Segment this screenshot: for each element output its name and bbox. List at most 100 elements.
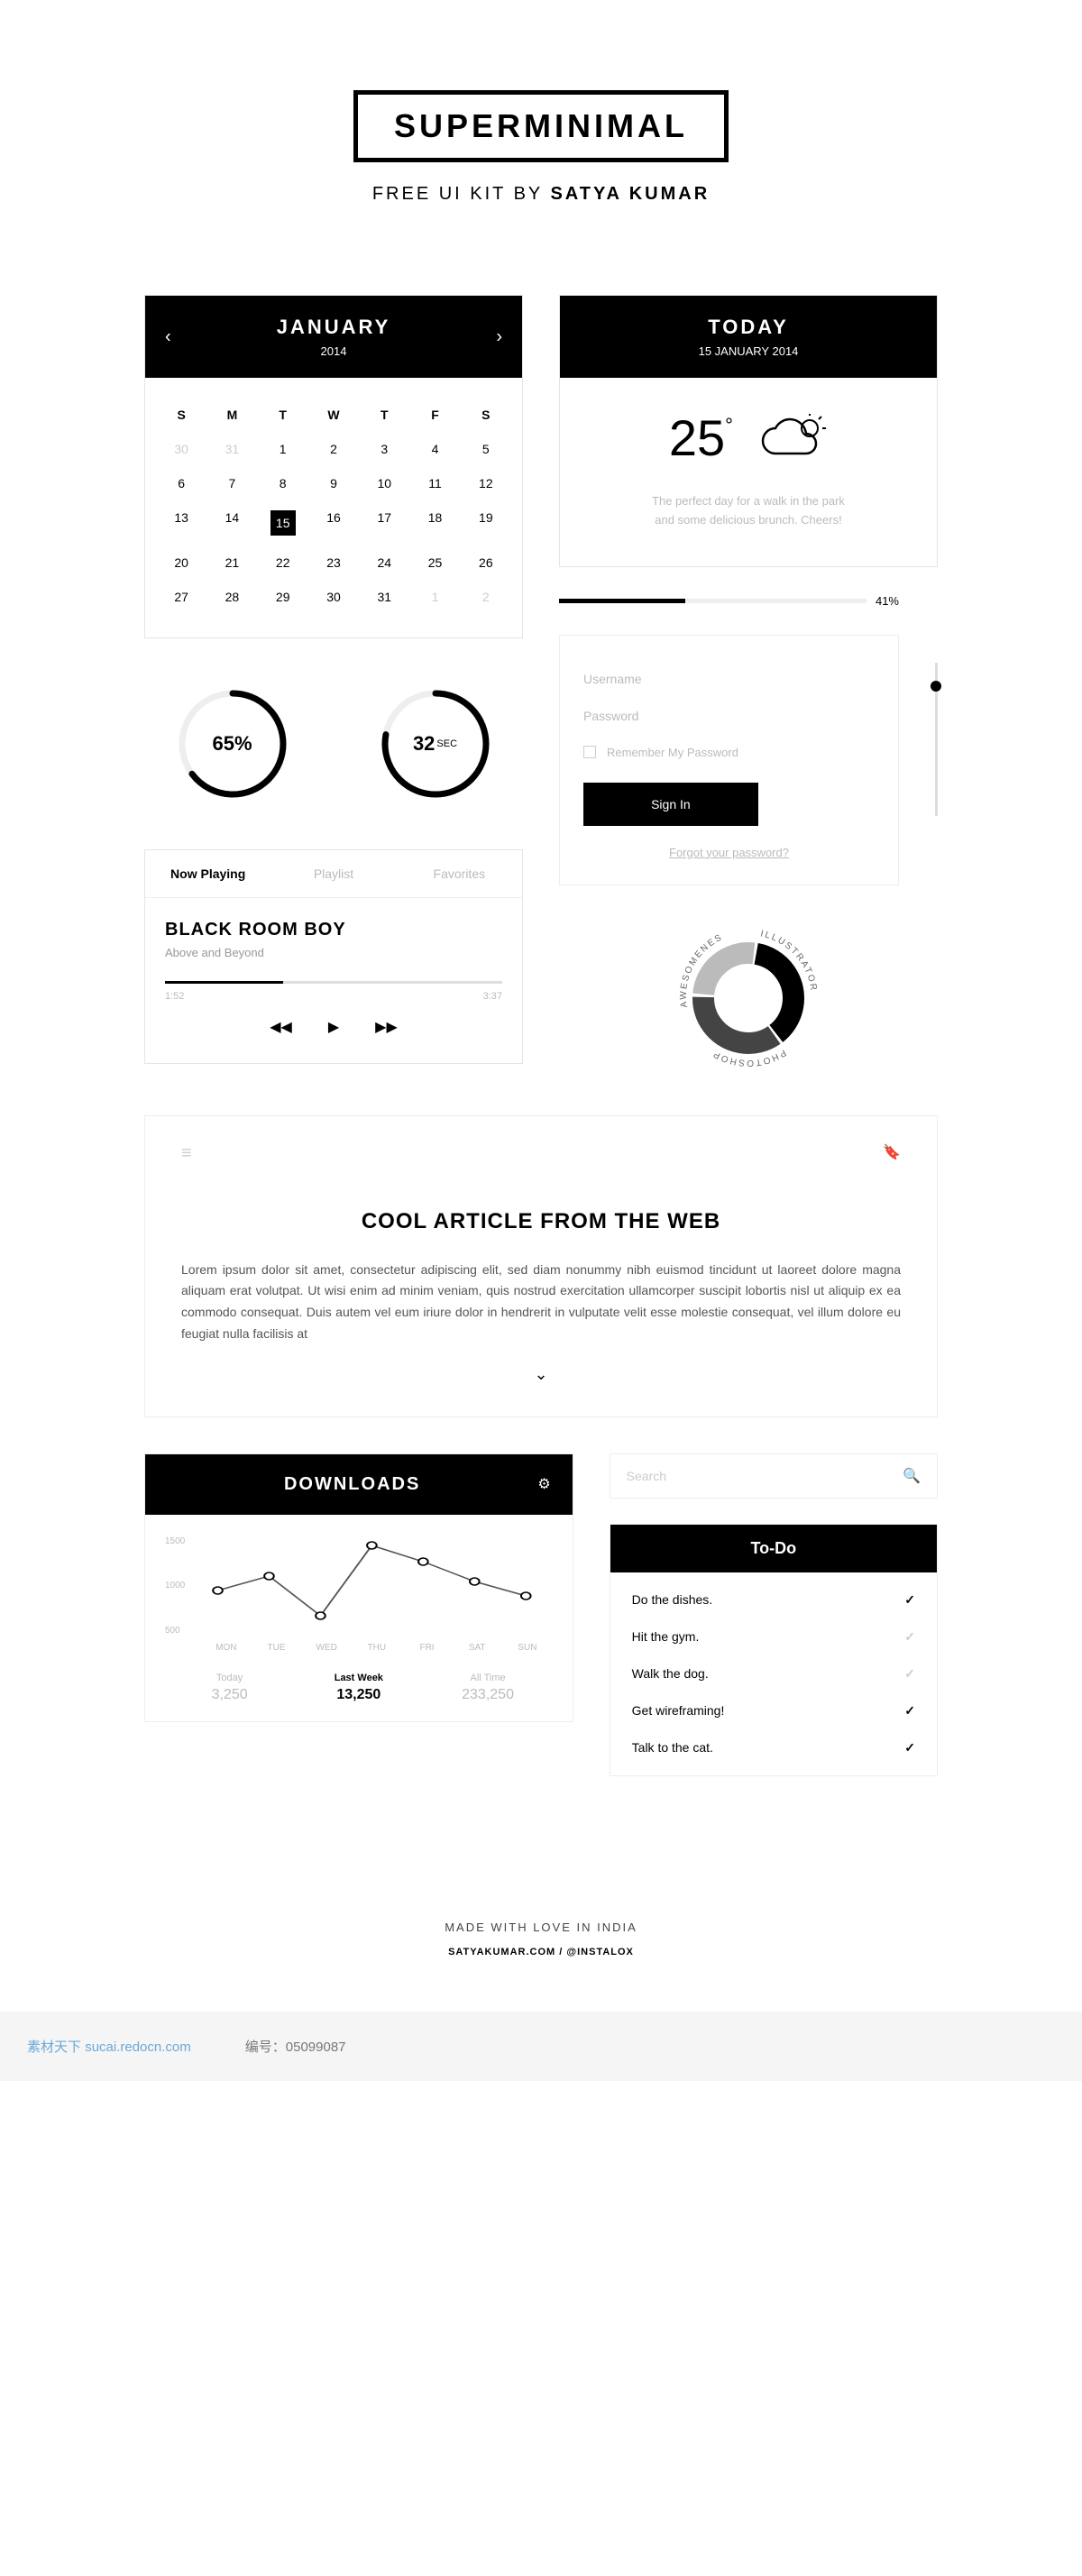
calendar-day[interactable]: 29: [258, 580, 308, 614]
bookmark-icon[interactable]: 🔖: [883, 1143, 901, 1164]
weather-title: TODAY: [560, 316, 937, 339]
remember-label: Remember My Password: [607, 746, 738, 759]
tab-favorites[interactable]: Favorites: [397, 850, 522, 897]
calendar-day[interactable]: 6: [156, 466, 206, 500]
calendar-dow: F: [409, 398, 460, 432]
calendar-day[interactable]: 9: [308, 466, 359, 500]
calendar-day[interactable]: 10: [359, 466, 409, 500]
signin-button[interactable]: Sign In: [583, 783, 758, 826]
article-card: ≡ 🔖 COOL ARTICLE FROM THE WEB Lorem ipsu…: [144, 1115, 938, 1417]
stats-row: 65% 32SEC: [144, 674, 523, 813]
todo-item[interactable]: Get wireframing!✓: [610, 1692, 937, 1729]
music-player: Now Playing Playlist Favorites BLACK ROO…: [144, 849, 523, 1064]
chart-y-axis: 1500 1000 500: [165, 1536, 185, 1636]
vertical-slider[interactable]: [935, 663, 938, 816]
calendar-day[interactable]: 22: [258, 545, 308, 580]
calendar-day[interactable]: 30: [156, 432, 206, 466]
percent-stat: 65%: [174, 685, 291, 802]
calendar-dow: S: [461, 398, 511, 432]
calendar-day[interactable]: 14: [206, 500, 257, 545]
calendar-header: ‹ JANUARY 2014 ›: [145, 296, 522, 378]
gear-icon[interactable]: ⚙: [537, 1475, 550, 1493]
calendar-day[interactable]: 18: [409, 500, 460, 545]
calendar-day[interactable]: 27: [156, 580, 206, 614]
calendar-prev-button[interactable]: ‹: [145, 326, 191, 347]
rewind-button[interactable]: ◀◀: [270, 1018, 292, 1036]
progress-bar[interactable]: 41%: [559, 594, 899, 608]
tab-playlist[interactable]: Playlist: [270, 850, 396, 897]
page-footer: MADE WITH LOVE IN INDIA SATYAKUMAR.COM /…: [144, 1921, 938, 1957]
source-link[interactable]: 素材天下 sucai.redocn.com: [27, 2037, 191, 2056]
check-icon: ✓: [904, 1666, 915, 1682]
calendar-dow: M: [206, 398, 257, 432]
check-icon: ✓: [904, 1592, 915, 1608]
downloads-stat[interactable]: Today3,250: [165, 1673, 294, 1703]
play-button[interactable]: ▶: [328, 1018, 339, 1036]
calendar-day[interactable]: 24: [359, 545, 409, 580]
calendar-day[interactable]: 16: [308, 500, 359, 545]
calendar-day[interactable]: 11: [409, 466, 460, 500]
calendar-day[interactable]: 8: [258, 466, 308, 500]
calendar-widget: ‹ JANUARY 2014 › SMTWTFS 303112345678910…: [144, 295, 523, 638]
skills-donut: ILLUSTRATOR PHOTOSHOP AWESOMENESS: [559, 921, 938, 1079]
page-subtitle: FREE UI KIT BY SATYA KUMAR: [144, 184, 938, 205]
track-elapsed: 1:52: [165, 991, 184, 1002]
search-icon[interactable]: 🔍: [903, 1467, 921, 1485]
remember-checkbox[interactable]: [583, 746, 596, 758]
todo-item[interactable]: Hit the gym.✓: [610, 1618, 937, 1655]
calendar-day[interactable]: 21: [206, 545, 257, 580]
calendar-day[interactable]: 26: [461, 545, 511, 580]
calendar-next-button[interactable]: ›: [476, 326, 522, 347]
search-box: 🔍: [610, 1453, 938, 1499]
calendar-day[interactable]: 25: [409, 545, 460, 580]
calendar-day[interactable]: 15: [258, 500, 308, 545]
calendar-day[interactable]: 5: [461, 432, 511, 466]
chart-x-axis: MONTUEWEDTHUFRISATSUN: [201, 1643, 553, 1653]
track-duration: 3:37: [483, 991, 502, 1002]
tab-now-playing[interactable]: Now Playing: [145, 850, 270, 897]
calendar-day[interactable]: 12: [461, 466, 511, 500]
calendar-day[interactable]: 17: [359, 500, 409, 545]
username-input[interactable]: [583, 661, 875, 698]
downloads-stat[interactable]: All Time233,250: [423, 1673, 552, 1703]
calendar-day[interactable]: 31: [359, 580, 409, 614]
todo-item[interactable]: Do the dishes.✓: [610, 1581, 937, 1618]
calendar-day[interactable]: 13: [156, 500, 206, 545]
calendar-dow: W: [308, 398, 359, 432]
password-input[interactable]: [583, 698, 875, 735]
calendar-dow: T: [258, 398, 308, 432]
calendar-day[interactable]: 30: [308, 580, 359, 614]
temperature: 25°: [669, 408, 725, 467]
calendar-day[interactable]: 2: [461, 580, 511, 614]
check-icon: ✓: [904, 1629, 915, 1645]
track-progress[interactable]: [165, 981, 502, 984]
calendar-day[interactable]: 23: [308, 545, 359, 580]
todo-title: To-Do: [610, 1525, 937, 1572]
downloads-stat[interactable]: Last Week13,250: [294, 1673, 423, 1703]
calendar-day[interactable]: 19: [461, 500, 511, 545]
calendar-day[interactable]: 31: [206, 432, 257, 466]
forward-button[interactable]: ▶▶: [375, 1018, 398, 1036]
downloads-title: DOWNLOADS: [167, 1474, 537, 1495]
calendar-day[interactable]: 20: [156, 545, 206, 580]
calendar-day[interactable]: 28: [206, 580, 257, 614]
calendar-day[interactable]: 2: [308, 432, 359, 466]
article-body: Lorem ipsum dolor sit amet, consectetur …: [181, 1260, 901, 1345]
calendar-day[interactable]: 1: [409, 580, 460, 614]
downloads-widget: DOWNLOADS ⚙ 1500 1000 500: [144, 1453, 573, 1722]
calendar-day[interactable]: 4: [409, 432, 460, 466]
calendar-day[interactable]: 7: [206, 466, 257, 500]
menu-icon[interactable]: ≡: [181, 1143, 192, 1164]
todo-widget: To-Do Do the dishes.✓Hit the gym.✓Walk t…: [610, 1524, 938, 1776]
check-icon: ✓: [904, 1703, 915, 1719]
expand-button[interactable]: ⌄: [181, 1365, 901, 1384]
todo-item[interactable]: Walk the dog.✓: [610, 1655, 937, 1692]
weather-date: 15 JANUARY 2014: [560, 344, 937, 358]
todo-item[interactable]: Talk to the cat.✓: [610, 1729, 937, 1766]
calendar-day[interactable]: 3: [359, 432, 409, 466]
calendar-day[interactable]: 1: [258, 432, 308, 466]
search-input[interactable]: [627, 1469, 903, 1483]
login-form: Remember My Password Sign In Forgot your…: [559, 635, 899, 885]
forgot-password-link[interactable]: Forgot your password?: [583, 846, 875, 859]
image-meta-bar: 素材天下 sucai.redocn.com 编号：05099087: [0, 2012, 1082, 2081]
